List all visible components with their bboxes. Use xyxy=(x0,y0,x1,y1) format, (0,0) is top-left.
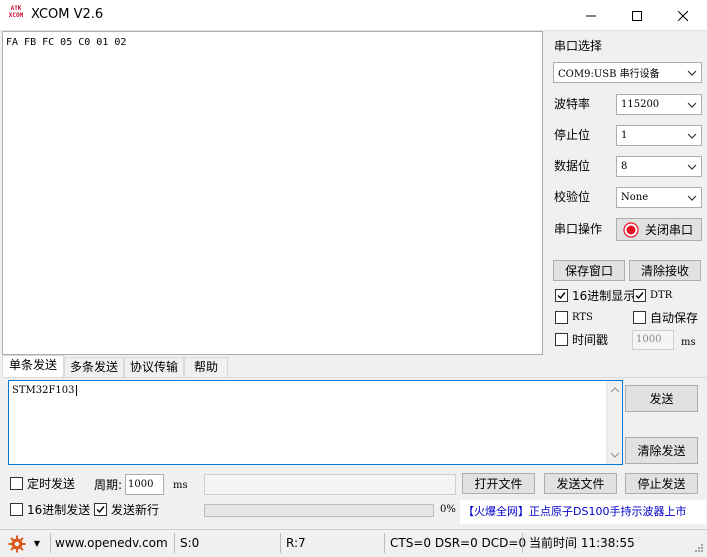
timestamp-checkbox[interactable] xyxy=(555,333,568,346)
send-newline-label: 发送新行 xyxy=(111,503,160,517)
parity-select[interactable]: None xyxy=(616,187,702,208)
file-path-input[interactable] xyxy=(204,474,456,495)
data-bits-label: 数据位 xyxy=(554,159,591,173)
send-textarea[interactable]: STM32F103 xyxy=(8,380,623,465)
status-separator xyxy=(384,533,385,553)
scroll-down-icon xyxy=(610,452,620,458)
dtr-checkbox[interactable] xyxy=(633,289,646,302)
tab-help[interactable]: 帮助 xyxy=(184,357,228,377)
period-label: 周期: xyxy=(94,478,123,492)
chevron-down-icon xyxy=(683,195,701,201)
parity-label: 校验位 xyxy=(554,190,591,204)
sent-count: S:0 xyxy=(180,536,200,550)
close-port-button[interactable]: 关闭串口 xyxy=(616,218,702,241)
send-progress-percent: 0% xyxy=(440,504,456,515)
chevron-down-icon xyxy=(683,70,701,76)
window-title: XCOM V2.6 xyxy=(31,7,104,22)
parity-value: None xyxy=(621,192,649,203)
maximize-button[interactable] xyxy=(614,0,660,31)
baud-select[interactable]: 115200 xyxy=(616,94,702,115)
port-select-value: COM9:USB 串行设备 xyxy=(558,69,660,80)
receive-text: FA FB FC 05 C0 01 02 xyxy=(6,37,127,48)
status-separator xyxy=(280,533,281,553)
data-bits-value: 8 xyxy=(621,161,628,172)
stop-bits-select[interactable]: 1 xyxy=(616,125,702,146)
received-count: R:7 xyxy=(286,536,306,550)
port-operation-label: 串口操作 xyxy=(554,222,603,236)
clear-receive-button[interactable]: 清除接收 xyxy=(629,260,701,281)
promo-link[interactable]: 【火爆全网】正点原子DS100手持示波器上市 xyxy=(460,500,706,524)
baud-select-value: 115200 xyxy=(621,99,660,110)
stop-send-button[interactable]: 停止发送 xyxy=(625,473,698,494)
title-bar: ATK XCOM XCOM V2.6 xyxy=(0,0,707,31)
tab-single-send[interactable]: 单条发送 xyxy=(2,355,64,377)
maximize-icon xyxy=(632,10,642,21)
send-scrollbar[interactable] xyxy=(606,381,622,464)
close-window-button[interactable] xyxy=(660,0,706,31)
status-bar: ▼ www.openedv.com S:0 R:7 CTS=0 DSR=0 DC… xyxy=(0,529,707,555)
check-icon xyxy=(635,292,644,300)
timed-send-label: 定时发送 xyxy=(27,477,76,491)
port-section-title: 串口选择 xyxy=(554,39,603,53)
promo-bracket: 【火爆全网】 xyxy=(463,505,529,518)
hex-send-label: 16进制发送 xyxy=(27,503,91,517)
promo-text: 正点原子DS100手持示波器上市 xyxy=(529,505,687,518)
send-text: STM32F103 xyxy=(12,385,77,396)
dtr-label: DTR xyxy=(650,290,673,301)
status-separator xyxy=(50,533,51,553)
receive-textarea[interactable]: FA FB FC 05 C0 01 02 xyxy=(2,31,543,355)
save-window-button[interactable]: 保存窗口 xyxy=(553,260,625,281)
port-select[interactable]: COM9:USB 串行设备 xyxy=(553,62,702,83)
tab-divider xyxy=(2,377,707,378)
current-time: 当前时间 11:38:55 xyxy=(529,536,635,550)
red-indicator-icon xyxy=(623,221,639,238)
close-port-label: 关闭串口 xyxy=(645,223,694,237)
dropdown-arrow-icon: ▼ xyxy=(33,538,40,548)
resize-grip-icon xyxy=(695,544,703,552)
timed-send-checkbox[interactable] xyxy=(10,477,23,490)
send-newline-checkbox[interactable] xyxy=(94,503,107,516)
settings-button[interactable]: ▼ xyxy=(8,530,40,556)
hex-display-label: 16进制显示 xyxy=(572,289,636,303)
rts-label: RTS xyxy=(572,312,593,323)
send-file-button[interactable]: 发送文件 xyxy=(544,473,617,494)
chevron-down-icon xyxy=(683,164,701,170)
timestamp-ms-label: ms xyxy=(681,337,696,348)
status-separator xyxy=(522,533,523,553)
modem-lines: CTS=0 DSR=0 DCD=0 xyxy=(390,536,527,550)
chevron-down-icon xyxy=(683,133,701,139)
close-icon xyxy=(678,10,688,21)
check-icon xyxy=(557,292,566,300)
chevron-down-icon xyxy=(683,102,701,108)
hex-send-checkbox[interactable] xyxy=(10,503,23,516)
send-button[interactable]: 发送 xyxy=(625,385,698,412)
period-ms-label: ms xyxy=(173,480,188,491)
minimize-icon xyxy=(586,15,596,16)
auto-save-label: 自动保存 xyxy=(650,311,699,325)
hex-display-checkbox[interactable] xyxy=(555,289,568,302)
send-progress-bar xyxy=(204,504,434,517)
gear-icon xyxy=(8,535,26,552)
timestamp-label: 时间戳 xyxy=(572,333,609,347)
minimize-button[interactable] xyxy=(568,0,614,31)
data-bits-select[interactable]: 8 xyxy=(616,156,702,177)
status-separator xyxy=(174,533,175,553)
period-input[interactable]: 1000 xyxy=(125,474,164,495)
app-logo: ATK XCOM xyxy=(8,5,24,19)
stop-bits-value: 1 xyxy=(621,130,628,141)
clear-send-button[interactable]: 清除发送 xyxy=(625,437,698,464)
website-link[interactable]: www.openedv.com xyxy=(55,530,168,556)
auto-save-checkbox[interactable] xyxy=(633,311,646,324)
resize-grip[interactable] xyxy=(694,542,704,552)
scroll-up-icon xyxy=(610,387,620,393)
baud-label: 波特率 xyxy=(554,97,591,111)
timestamp-interval-input[interactable]: 1000 xyxy=(632,330,674,350)
rts-checkbox[interactable] xyxy=(555,311,568,324)
stop-bits-label: 停止位 xyxy=(554,128,591,142)
open-file-button[interactable]: 打开文件 xyxy=(462,473,535,494)
check-icon xyxy=(96,506,105,514)
tab-protocol[interactable]: 协议传输 xyxy=(124,357,184,377)
tab-multi-send[interactable]: 多条发送 xyxy=(64,357,124,377)
